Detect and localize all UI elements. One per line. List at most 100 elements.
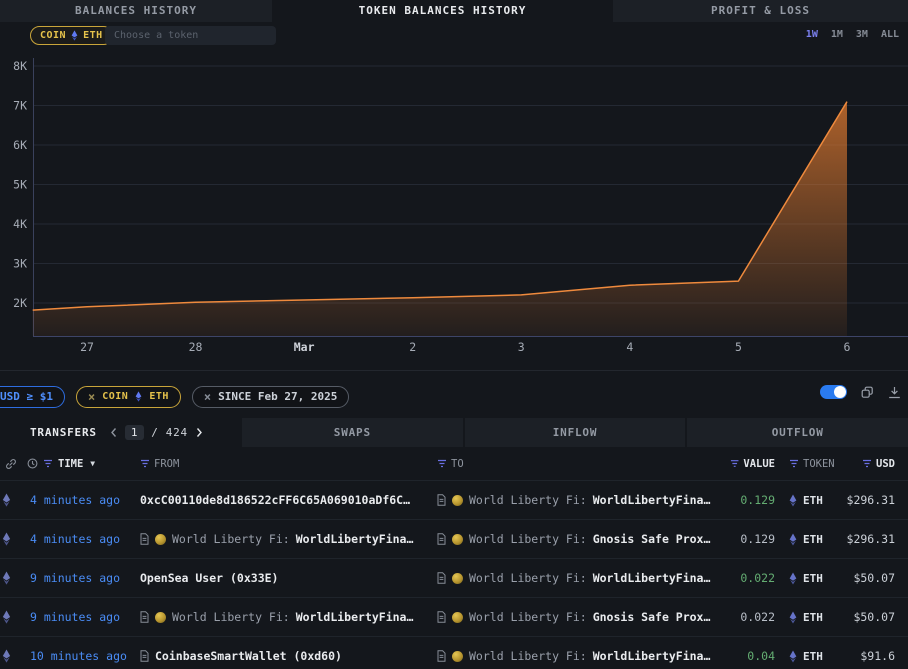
document-icon[interactable] xyxy=(437,572,446,584)
from-cell[interactable]: CoinbaseSmartWallet (0xd60) xyxy=(140,637,430,669)
toggle-knob xyxy=(834,386,846,398)
usd-value: $296.31 xyxy=(847,493,895,507)
range-all[interactable]: ALL xyxy=(881,29,899,40)
entity-name[interactable]: 0xcC00110de8d186522cFF6C65A069010aDf6C… xyxy=(140,493,410,507)
tab-profit-and-loss[interactable]: PROFIT & LOSS xyxy=(613,0,908,22)
document-icon[interactable] xyxy=(437,494,446,506)
filter-icon[interactable] xyxy=(437,459,447,468)
copy-icon[interactable] xyxy=(861,386,874,399)
entity-name[interactable]: WorldLibertyFina… xyxy=(296,610,414,624)
filter-icon[interactable] xyxy=(730,459,739,468)
coin-filter-token: ETH xyxy=(149,391,169,402)
filter-icon[interactable] xyxy=(43,459,53,468)
table-row[interactable]: 4 minutes ago 0xcC00110de8d186522cFF6C65… xyxy=(0,480,908,519)
remove-since-filter-icon[interactable]: × xyxy=(204,390,211,404)
time-range-selector: 1W 1M 3M ALL xyxy=(806,29,899,40)
range-3m[interactable]: 3M xyxy=(856,29,868,40)
from-cell[interactable]: 0xcC00110de8d186522cFF6C65A069010aDf6C… xyxy=(140,481,430,519)
usd-filter-toggle[interactable] xyxy=(820,385,847,399)
entity-name[interactable]: WorldLibertyFina… xyxy=(593,649,711,663)
document-icon[interactable] xyxy=(140,611,149,623)
eth-token-icon xyxy=(789,533,797,546)
filter-chip-coin-eth[interactable]: × COIN ETH xyxy=(76,386,181,408)
eth-token-icon xyxy=(789,650,797,663)
entity-avatar-icon xyxy=(452,651,463,662)
chevron-down-icon[interactable]: ▼ xyxy=(90,459,95,468)
col-time[interactable]: TIME xyxy=(58,458,83,470)
tab-swaps[interactable]: SWAPS xyxy=(242,418,463,447)
entity-name[interactable]: Gnosis Safe Prox… xyxy=(593,532,711,546)
from-cell[interactable]: World Liberty Fi: WorldLibertyFina… xyxy=(140,598,430,636)
col-token[interactable]: TOKEN xyxy=(803,458,835,470)
entity-avatar-icon xyxy=(155,534,166,545)
transfers-pagination: 1 / 424 xyxy=(110,425,203,440)
svg-text:6K: 6K xyxy=(13,138,27,152)
tab-token-balances-history[interactable]: TOKEN BALANCES HISTORY xyxy=(272,0,613,22)
document-icon[interactable] xyxy=(437,650,446,662)
token-search-input[interactable] xyxy=(105,26,276,45)
col-value[interactable]: VALUE xyxy=(743,458,775,470)
entity-name[interactable]: WorldLibertyFina… xyxy=(296,532,414,546)
filter-icon[interactable] xyxy=(140,459,150,468)
current-page: 1 xyxy=(125,425,144,440)
to-cell[interactable]: World Liberty Fi: Gnosis Safe Prox… xyxy=(430,520,730,558)
tx-time-link[interactable]: 9 minutes ago xyxy=(30,610,120,624)
entity-name[interactable]: Gnosis Safe Prox… xyxy=(593,610,711,624)
document-icon[interactable] xyxy=(437,533,446,545)
entity-name[interactable]: CoinbaseSmartWallet (0xd60) xyxy=(155,649,342,663)
tab-transfers[interactable]: TRANSFERS 1 / 424 xyxy=(0,418,240,447)
filter-icon[interactable] xyxy=(862,459,872,468)
svg-text:6: 6 xyxy=(844,340,851,354)
tx-time-link[interactable]: 10 minutes ago xyxy=(30,649,127,663)
svg-text:3K: 3K xyxy=(13,257,27,271)
col-usd[interactable]: USD xyxy=(876,458,895,470)
to-cell[interactable]: World Liberty Fi: WorldLibertyFina… xyxy=(430,637,730,669)
table-row[interactable]: 9 minutes ago OpenSea User (0x33E) World… xyxy=(0,558,908,597)
download-icon[interactable] xyxy=(888,386,901,399)
filter-icon[interactable] xyxy=(789,459,799,468)
tx-value: 0.04 xyxy=(747,649,775,663)
range-1m[interactable]: 1M xyxy=(831,29,843,40)
svg-text:28: 28 xyxy=(189,340,203,354)
document-icon[interactable] xyxy=(140,650,149,662)
tx-time-link[interactable]: 9 minutes ago xyxy=(30,571,120,585)
entity-label-prefix: World Liberty Fi: xyxy=(469,610,587,624)
document-icon[interactable] xyxy=(437,611,446,623)
document-icon[interactable] xyxy=(140,533,149,545)
to-cell[interactable]: World Liberty Fi: WorldLibertyFina… xyxy=(430,559,730,597)
token-symbol: ETH xyxy=(803,533,823,546)
col-from[interactable]: FROM xyxy=(154,458,179,470)
tab-inflow[interactable]: INFLOW xyxy=(465,418,686,447)
range-1w[interactable]: 1W xyxy=(806,29,818,40)
coin-eth-pill[interactable]: COIN ETH xyxy=(30,26,113,45)
entity-name[interactable]: OpenSea User (0x33E) xyxy=(140,571,278,585)
tx-value: 0.022 xyxy=(740,571,775,585)
entity-label-prefix: World Liberty Fi: xyxy=(469,571,587,585)
page-separator: / xyxy=(151,426,158,439)
tx-time-link[interactable]: 4 minutes ago xyxy=(30,493,120,507)
to-cell[interactable]: World Liberty Fi: WorldLibertyFina… xyxy=(430,481,730,519)
tx-time-link[interactable]: 4 minutes ago xyxy=(30,532,120,546)
from-cell[interactable]: OpenSea User (0x33E) xyxy=(140,559,430,597)
eth-token-icon xyxy=(789,572,797,585)
history-tab-bar: BALANCES HISTORY TOKEN BALANCES HISTORY … xyxy=(0,0,908,22)
tab-outflow[interactable]: OUTFLOW xyxy=(687,418,908,447)
usd-value: $50.07 xyxy=(853,571,895,585)
remove-coin-filter-icon[interactable]: × xyxy=(88,390,95,404)
col-to[interactable]: TO xyxy=(451,458,464,470)
svg-text:2: 2 xyxy=(409,340,416,354)
page-prev-icon[interactable] xyxy=(110,427,118,438)
svg-text:4K: 4K xyxy=(13,217,27,231)
table-row[interactable]: 9 minutes ago World Liberty Fi: WorldLib… xyxy=(0,597,908,636)
entity-name[interactable]: WorldLibertyFina… xyxy=(593,493,711,507)
table-row[interactable]: 4 minutes ago World Liberty Fi: WorldLib… xyxy=(0,519,908,558)
token-symbol: ETH xyxy=(803,494,823,507)
filter-chip-since-date[interactable]: × SINCE Feb 27, 2025 xyxy=(192,386,349,408)
page-next-icon[interactable] xyxy=(195,427,203,438)
from-cell[interactable]: World Liberty Fi: WorldLibertyFina… xyxy=(140,520,430,558)
to-cell[interactable]: World Liberty Fi: Gnosis Safe Prox… xyxy=(430,598,730,636)
filter-chip-usd-threshold[interactable]: USD ≥ $1 xyxy=(0,386,65,408)
tab-balances-history[interactable]: BALANCES HISTORY xyxy=(0,0,272,22)
table-row[interactable]: 10 minutes ago CoinbaseSmartWallet (0xd6… xyxy=(0,636,908,669)
entity-name[interactable]: WorldLibertyFina… xyxy=(593,571,711,585)
